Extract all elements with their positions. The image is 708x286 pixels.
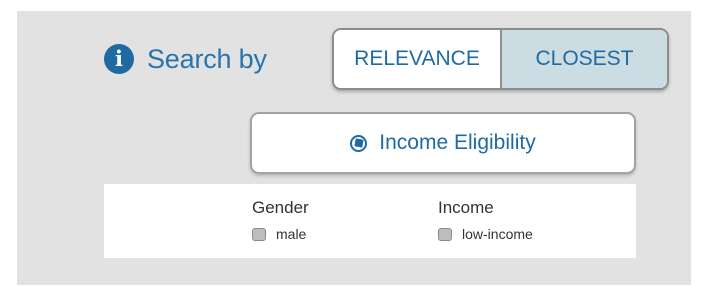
gender-filter-group: Gender male — [252, 198, 309, 242]
gender-title: Gender — [252, 198, 309, 217]
male-label: male — [276, 226, 307, 242]
income-eligibility-button[interactable]: Income Eligibility — [250, 112, 636, 174]
low-income-label: low-income — [462, 226, 533, 242]
filters-panel: Gender male Income low-income — [104, 184, 636, 258]
relevance-button[interactable]: RELEVANCE — [334, 30, 502, 88]
closest-button[interactable]: CLOSEST — [502, 30, 667, 88]
income-title: Income — [438, 198, 494, 217]
sort-toggle: RELEVANCE CLOSEST — [332, 28, 669, 90]
income-option-low-income[interactable]: low-income — [438, 226, 533, 242]
compass-icon — [350, 134, 368, 152]
info-icon[interactable]: i — [104, 44, 134, 74]
search-by-label: Search by — [147, 43, 267, 74]
search-by-row: i Search by — [104, 28, 267, 90]
male-checkbox[interactable] — [252, 227, 266, 241]
low-income-checkbox[interactable] — [438, 227, 452, 241]
income-filter-group: Income low-income — [438, 198, 533, 242]
gender-option-male[interactable]: male — [252, 226, 309, 242]
income-eligibility-label: Income Eligibility — [379, 131, 536, 154]
